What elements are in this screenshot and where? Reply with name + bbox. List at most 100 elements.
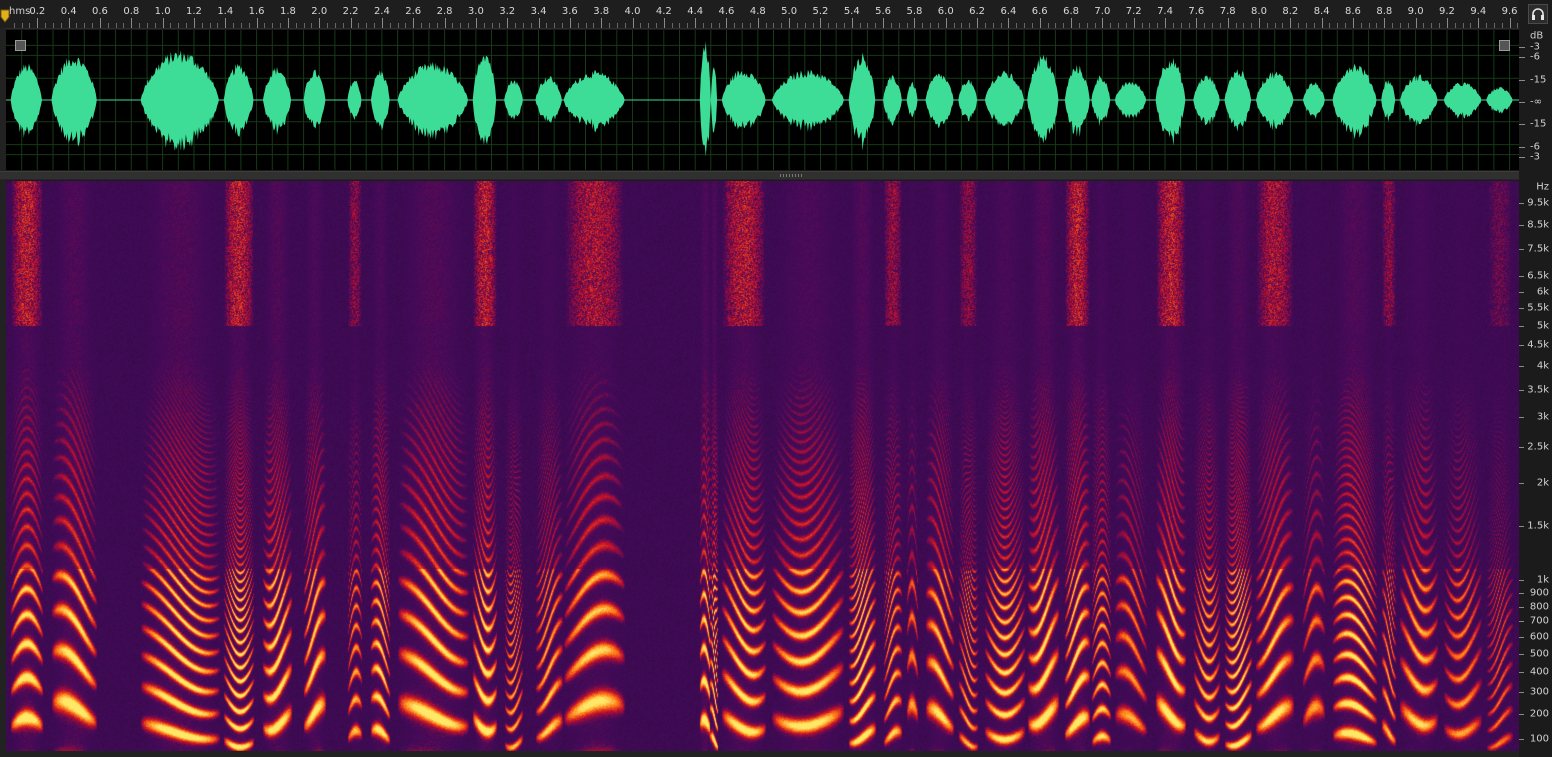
waveform-segment <box>535 76 562 123</box>
time-tick-label: 0.4 <box>60 6 77 17</box>
frequency-tick <box>1519 621 1524 623</box>
time-minor-tick <box>836 23 838 28</box>
time-minor-tick <box>1423 23 1425 28</box>
headphone-monitor-button[interactable] <box>1528 4 1548 24</box>
time-major-tick <box>1478 18 1480 28</box>
time-minor-tick <box>170 23 172 28</box>
time-major-tick <box>945 18 947 28</box>
bottom-edge-bar <box>0 751 1519 757</box>
time-minor-tick <box>397 23 399 28</box>
time-minor-tick <box>890 23 892 28</box>
time-minor-tick <box>209 23 211 28</box>
frequency-scale-label: 4k <box>1536 360 1549 372</box>
time-minor-tick <box>906 23 908 28</box>
time-minor-tick <box>1157 23 1159 28</box>
fade-out-handle[interactable] <box>1499 40 1510 51</box>
time-minor-tick <box>52 23 54 28</box>
time-major-tick <box>193 18 195 28</box>
db-tick <box>1519 102 1525 103</box>
frequency-scale-label: 2.5k <box>1527 441 1549 453</box>
waveform-segment <box>397 61 468 141</box>
time-minor-tick <box>1149 23 1151 28</box>
time-minor-tick <box>1212 23 1213 28</box>
time-major-tick <box>569 18 571 28</box>
time-minor-tick <box>436 23 438 28</box>
time-minor-tick <box>1235 23 1237 28</box>
waveform-segment <box>710 67 718 133</box>
time-major-tick <box>1039 18 1041 28</box>
frequency-tick <box>1519 325 1524 327</box>
time-minor-tick <box>765 23 767 28</box>
frequency-scale-label: 100 <box>1529 733 1549 745</box>
waveform-segment <box>906 81 918 118</box>
db-scale-label: -∞ <box>1530 96 1542 108</box>
panel-divider[interactable] <box>0 171 1519 180</box>
time-minor-tick <box>992 23 994 28</box>
time-tick-label: 4.8 <box>749 6 766 17</box>
frequency-scale-label: 6k <box>1536 286 1549 298</box>
time-minor-tick <box>146 23 148 28</box>
amplitude-scale: dB -3 -6 -15 -∞ -15 -6 -3 <box>1519 28 1552 172</box>
time-major-tick <box>131 18 133 28</box>
time-major-tick <box>444 18 446 28</box>
time-tick-label: 2.4 <box>373 6 390 17</box>
time-minor-tick <box>922 23 924 28</box>
time-minor-tick <box>334 23 336 28</box>
frequency-scale-label: 2k <box>1536 477 1549 489</box>
time-major-tick <box>162 18 164 28</box>
frequency-tick <box>1519 307 1524 309</box>
frequency-scale: Hz 9.5k 8.5k 7.5k 6.5k 6k 5.5k 5k 4.5k 4k 3.5k 3k 2… <box>1519 181 1552 751</box>
db-tick <box>1519 146 1525 148</box>
db-tick <box>1519 123 1525 125</box>
time-minor-tick <box>1110 23 1112 28</box>
time-major-tick <box>1196 18 1198 28</box>
frequency-scale-label: 200 <box>1529 708 1549 720</box>
time-ruler[interactable]: hms 0.2 0.4 0.6 0.8 1.0 1.2 1.4 1.6 1.8 2.0 2.2 2.4… <box>0 0 1519 29</box>
time-minor-tick <box>240 23 242 28</box>
spectrogram-canvas <box>6 181 1519 751</box>
frequency-scale-label: 1.5k <box>1527 520 1549 532</box>
time-minor-tick <box>1219 23 1221 28</box>
divider-grip-icon[interactable] <box>780 174 804 177</box>
time-minor-tick <box>1266 23 1268 28</box>
time-minor-tick <box>1078 23 1080 28</box>
time-minor-tick <box>969 23 971 28</box>
time-minor-tick <box>115 23 117 28</box>
time-major-tick <box>914 18 916 28</box>
time-tick-label: 6.4 <box>1000 6 1017 17</box>
time-tick-label: 0.6 <box>92 6 108 17</box>
frequency-tick <box>1519 224 1524 226</box>
time-minor-tick <box>295 23 297 28</box>
spectrogram-display[interactable] <box>6 181 1519 751</box>
frequency-tick <box>1519 416 1524 418</box>
time-major-tick <box>1290 18 1292 28</box>
time-minor-tick <box>515 23 517 28</box>
time-tick-label: 5.2 <box>812 6 829 17</box>
time-tick-label: 4.4 <box>687 6 704 17</box>
time-major-tick <box>256 18 258 28</box>
frequency-tick <box>1519 344 1524 346</box>
time-minor-tick <box>29 23 31 28</box>
time-major-tick <box>1259 18 1260 28</box>
waveform-segment <box>848 52 876 151</box>
waveform-segment <box>984 70 1025 127</box>
time-major-tick <box>757 18 759 28</box>
waveform-segment <box>563 70 625 133</box>
time-minor-tick <box>1282 23 1284 28</box>
time-tick-label: 1.0 <box>154 6 171 17</box>
time-minor-tick <box>609 23 610 28</box>
frequency-scale-label: 3k <box>1536 411 1549 423</box>
time-minor-tick <box>1047 23 1049 28</box>
waveform-display[interactable] <box>6 30 1519 170</box>
time-minor-tick <box>1462 23 1464 28</box>
time-minor-tick <box>21 23 23 28</box>
frequency-tick <box>1519 714 1524 716</box>
time-minor-tick <box>718 23 720 28</box>
frequency-scale-label: 5.5k <box>1527 302 1549 314</box>
time-minor-tick <box>859 23 861 28</box>
time-minor-tick <box>953 23 955 28</box>
waveform-segment <box>1332 63 1377 140</box>
time-minor-tick <box>76 23 78 28</box>
time-tick-label: 9.0 <box>1407 6 1424 17</box>
fade-in-handle[interactable] <box>15 40 26 51</box>
